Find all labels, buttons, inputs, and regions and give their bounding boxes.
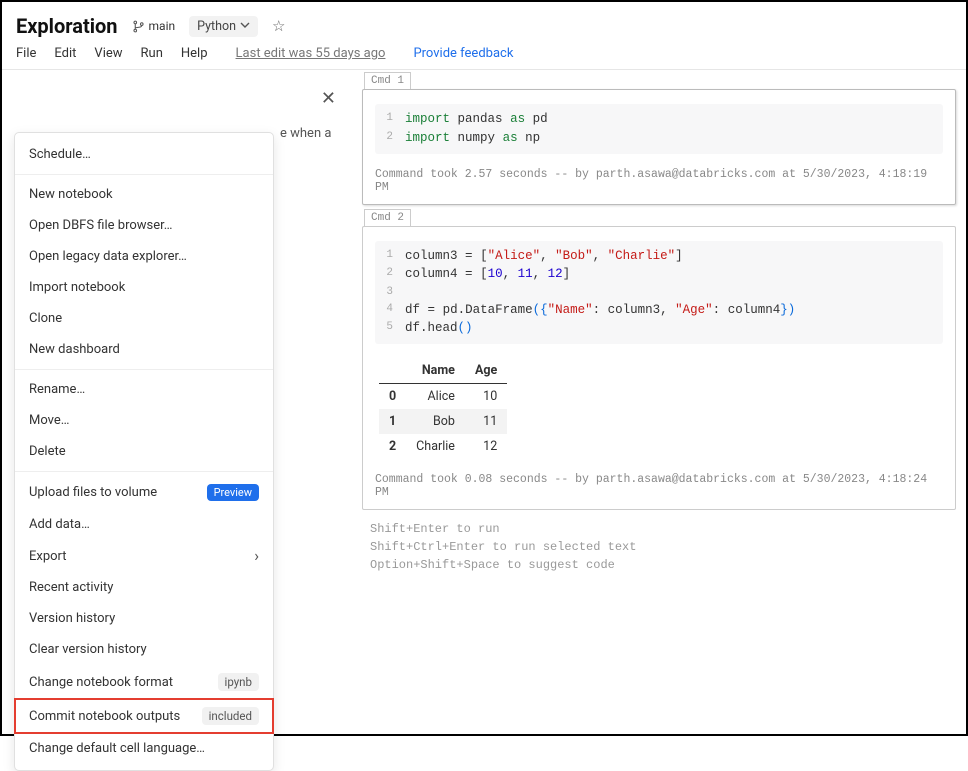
col-header: Age xyxy=(465,358,507,384)
file-menu-item[interactable]: Version history xyxy=(15,603,273,634)
file-menu-item-label: Change default cell language… xyxy=(29,741,205,756)
file-menu-item-label: Move… xyxy=(29,413,69,428)
file-menu-item[interactable]: Clear version history xyxy=(15,634,273,665)
file-menu-item-label: Commit notebook outputs xyxy=(29,709,180,724)
menu-help[interactable]: Help xyxy=(181,46,208,61)
code-line: 1import pandas as pd xyxy=(383,110,935,129)
menubar: File Edit View Run Help Last edit was 55 days… xyxy=(16,46,952,69)
code-line: 4df = pd.DataFrame({"Name": column3, "Ag… xyxy=(383,301,935,320)
menu-run[interactable]: Run xyxy=(141,46,163,61)
file-menu-item[interactable]: Change default cell language… xyxy=(15,733,273,764)
value-pill: included xyxy=(202,707,259,725)
code-line: 3 xyxy=(383,284,935,301)
code-cell[interactable]: 1import pandas as pd2import numpy as np C… xyxy=(362,89,956,205)
table-row: 2Charlie12 xyxy=(379,434,507,459)
col-header: Name xyxy=(406,358,465,384)
cell-footer: Command took 0.08 seconds -- by parth.as… xyxy=(375,473,943,499)
title-row: Exploration main Python ☆ xyxy=(16,14,952,38)
close-icon[interactable]: ✕ xyxy=(321,88,336,109)
file-menu-item-label: Schedule… xyxy=(29,147,91,162)
code-line: 5df.head() xyxy=(383,319,935,338)
menu-view[interactable]: View xyxy=(94,46,122,61)
last-edit-link[interactable]: Last edit was 55 days ago xyxy=(236,46,386,61)
menu-file[interactable]: File xyxy=(16,46,36,61)
file-menu-item[interactable]: Add data… xyxy=(15,509,273,540)
file-menu-item-label: Delete xyxy=(29,444,66,459)
file-menu-item[interactable]: Recent activity xyxy=(15,572,273,603)
file-menu-item[interactable]: Open DBFS file browser… xyxy=(15,210,273,241)
file-menu-item[interactable]: Rename… xyxy=(15,374,273,405)
file-menu-item[interactable]: Open legacy data explorer… xyxy=(15,241,273,272)
gutter: 1 xyxy=(383,247,405,266)
file-menu-item-label: Clone xyxy=(29,311,62,326)
favorite-star-icon[interactable]: ☆ xyxy=(268,17,289,35)
table-row: 1Bob11 xyxy=(379,409,507,434)
table-row: 0Alice10 xyxy=(379,384,507,410)
gutter: 5 xyxy=(383,319,405,338)
file-menu-item-label: Recent activity xyxy=(29,580,113,595)
language-dropdown[interactable]: Python xyxy=(189,16,258,37)
menu-separator xyxy=(15,174,273,175)
file-menu-item[interactable]: New dashboard xyxy=(15,334,273,365)
cell-label: Cmd 1 xyxy=(364,72,411,89)
main-area: e when a ✕ Schedule…New notebookOpen DBF… xyxy=(2,70,966,584)
preview-badge: Preview xyxy=(207,484,259,501)
code-editor[interactable]: 1column3 = ["Alice", "Bob", "Charlie"]2c… xyxy=(375,241,943,345)
file-menu-item-label: Open DBFS file browser… xyxy=(29,218,172,233)
file-menu-item[interactable]: Commit notebook outputs included xyxy=(15,699,273,733)
file-menu-item-label: Change notebook format xyxy=(29,675,173,690)
file-menu-item-label: Export xyxy=(29,549,67,564)
chevron-down-icon xyxy=(240,19,250,34)
file-menu-item-label: Rename… xyxy=(29,382,85,397)
file-menu-item[interactable]: Export › xyxy=(15,540,273,572)
file-menu-item[interactable]: Delete xyxy=(15,436,273,467)
language-label: Python xyxy=(197,19,236,34)
dataframe-output: NameAge0Alice101Bob112Charlie12 xyxy=(379,358,507,459)
branch-name: main xyxy=(149,19,176,33)
file-menu-item-label: Import notebook xyxy=(29,280,125,295)
file-menu-item[interactable]: New notebook xyxy=(15,179,273,210)
gutter: 4 xyxy=(383,301,405,320)
gutter: 3 xyxy=(383,284,405,301)
chevron-right-icon: › xyxy=(254,548,259,564)
cell-label: Cmd 2 xyxy=(364,209,411,226)
file-menu-item-label: Clear version history xyxy=(29,642,147,657)
file-menu-item-label: Upload files to volume xyxy=(29,485,157,500)
gutter: 2 xyxy=(383,129,405,148)
value-pill: ipynb xyxy=(218,673,259,691)
branch-icon xyxy=(132,20,145,33)
code-cell[interactable]: 1column3 = ["Alice", "Bob", "Charlie"]2c… xyxy=(362,226,956,511)
file-menu-dropdown: Schedule… New notebook Open DBFS file brow… xyxy=(14,132,274,771)
file-menu-item-label: New notebook xyxy=(29,187,113,202)
header: Exploration main Python ☆ File Edit View Ru… xyxy=(2,2,966,69)
notebook-title[interactable]: Exploration xyxy=(16,14,118,38)
file-menu-item[interactable]: Upload files to volume Preview xyxy=(15,476,273,509)
code-editor[interactable]: 1import pandas as pd2import numpy as np xyxy=(375,104,943,154)
branch-chip[interactable]: main xyxy=(128,17,180,35)
code-line: 1column3 = ["Alice", "Bob", "Charlie"] xyxy=(383,247,935,266)
menu-edit[interactable]: Edit xyxy=(54,46,76,61)
file-menu-item[interactable]: Schedule… xyxy=(15,139,273,170)
file-menu-item[interactable]: Clone xyxy=(15,303,273,334)
file-menu-item[interactable]: Move… xyxy=(15,405,273,436)
file-menu-item-label: New dashboard xyxy=(29,342,120,357)
gutter: 2 xyxy=(383,265,405,284)
provide-feedback-link[interactable]: Provide feedback xyxy=(413,46,513,61)
code-line: 2column4 = [10, 11, 12] xyxy=(383,265,935,284)
cell-footer: Command took 2.57 seconds -- by parth.as… xyxy=(375,168,943,194)
menu-separator xyxy=(15,471,273,472)
keyboard-hints: Shift+Enter to runShift+Ctrl+Enter to ru… xyxy=(370,520,956,574)
file-menu-item-label: Add data… xyxy=(29,517,90,532)
file-menu-item-label: Open legacy data explorer… xyxy=(29,249,187,264)
file-menu-item-label: Version history xyxy=(29,611,115,626)
file-menu-item[interactable]: Change notebook format ipynb xyxy=(15,665,273,699)
code-line: 2import numpy as np xyxy=(383,129,935,148)
gutter: 1 xyxy=(383,110,405,129)
file-menu-item[interactable]: Import notebook xyxy=(15,272,273,303)
notebook-pane: Cmd 11import pandas as pd2import numpy a… xyxy=(362,70,966,584)
menu-separator xyxy=(15,369,273,370)
